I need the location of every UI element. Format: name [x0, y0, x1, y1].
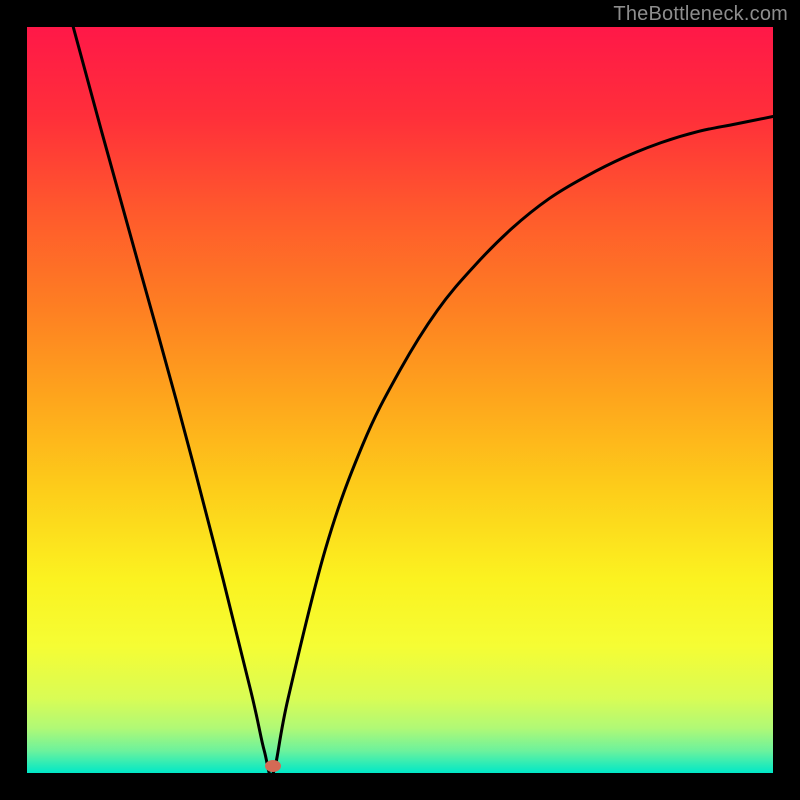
- watermark-text: TheBottleneck.com: [613, 3, 788, 26]
- plot-area: [25, 25, 775, 775]
- bottleneck-curve: [73, 27, 773, 773]
- chart-stage: TheBottleneck.com: [0, 0, 800, 800]
- curve-layer: [27, 27, 773, 773]
- minimum-marker: [265, 760, 281, 772]
